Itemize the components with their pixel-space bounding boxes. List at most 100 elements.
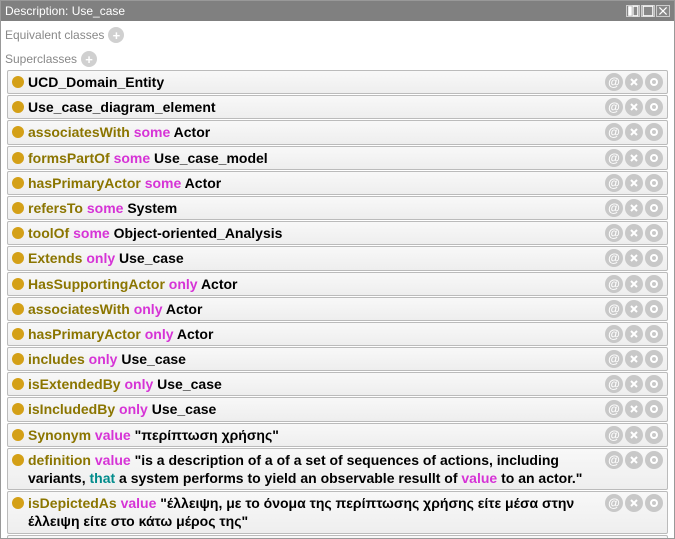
expression-text: associatesWith some Actor [28,123,210,141]
delete-button[interactable] [625,400,643,418]
explain-button[interactable] [645,325,663,343]
explain-button[interactable] [645,174,663,192]
panel-content: Equivalent classes + Superclasses + UCD_… [1,21,674,538]
annotations-button[interactable]: @ [605,375,623,393]
delete-button[interactable] [625,275,643,293]
superclass-row[interactable]: Synonym value "περίπτωση χρήσης" @ [7,423,668,447]
superclass-row[interactable]: includes only Use_case @ [7,347,668,371]
class-bullet-icon [12,227,24,239]
class-bullet-icon [12,278,24,290]
class-bullet-icon [12,429,24,441]
delete-button[interactable] [625,174,643,192]
delete-button[interactable] [625,224,643,242]
superclass-row[interactable]: toolOf some Object-oriented_Analysis@ [7,221,668,245]
add-equivalent-class-button[interactable]: + [108,27,124,43]
annotations-button[interactable]: @ [605,451,623,469]
annotations-button[interactable]: @ [605,199,623,217]
explain-button[interactable] [645,275,663,293]
explain-button[interactable] [645,350,663,368]
explain-button[interactable] [645,73,663,91]
annotations-button[interactable]: @ [605,300,623,318]
annotations-button[interactable]: @ [605,350,623,368]
superclass-row[interactable]: isIncludedBy only Use_case@ [7,397,668,421]
explain-button[interactable] [645,249,663,267]
explain-button[interactable] [645,494,663,512]
class-bullet-icon [12,378,24,390]
equivalent-classes-header: Equivalent classes + [1,21,674,45]
superclass-row[interactable]: Extends only Use_case@ [7,246,668,270]
class-bullet-icon [12,252,24,264]
explain-button[interactable] [645,199,663,217]
annotations-button[interactable]: @ [605,325,623,343]
explain-button[interactable] [645,149,663,167]
delete-button[interactable] [625,426,643,444]
delete-button[interactable] [625,199,643,217]
expression-text: isExtendedBy only Use_case [28,375,222,393]
expression-text: associatesWith only Actor [28,300,202,318]
explain-button[interactable] [645,123,663,141]
expression-text: refersTo some System [28,199,177,217]
superclass-row[interactable]: associatesWith only Actor @ [7,297,668,321]
close-button[interactable] [656,5,670,17]
class-bullet-icon [12,403,24,415]
maximize-button[interactable] [641,5,655,17]
explain-button[interactable] [645,98,663,116]
delete-button[interactable] [625,375,643,393]
delete-button[interactable] [625,149,643,167]
delete-button[interactable] [625,325,643,343]
expression-text: UCD_Domain_Entity [28,73,164,91]
explain-button[interactable] [645,300,663,318]
superclass-row[interactable]: isExtendedBy only Use_case @ [7,372,668,396]
superclass-row[interactable]: hasName exactly 1 Literal@ [7,535,668,538]
superclass-row[interactable]: refersTo some System @ [7,196,668,220]
delete-button[interactable] [625,494,643,512]
delete-button[interactable] [625,249,643,267]
superclass-row[interactable]: UCD_Domain_Entity @ [7,70,668,94]
explain-button[interactable] [645,451,663,469]
class-bullet-icon [12,202,24,214]
annotations-button[interactable]: @ [605,426,623,444]
annotations-button[interactable]: @ [605,73,623,91]
superclass-row[interactable]: HasSupportingActor only Actor@ [7,272,668,296]
class-bullet-icon [12,126,24,138]
class-bullet-icon [12,152,24,164]
expression-text: Synonym value "περίπτωση χρήσης" [28,426,279,444]
view-toggle-button[interactable] [626,5,640,17]
add-superclass-button[interactable]: + [81,51,97,67]
superclass-row[interactable]: definition value "is a description of a … [7,448,668,490]
class-bullet-icon [12,328,24,340]
class-bullet-icon [12,177,24,189]
annotations-button[interactable]: @ [605,249,623,267]
explain-button[interactable] [645,375,663,393]
superclass-row[interactable]: formsPartOf some Use_case_model @ [7,146,668,170]
delete-button[interactable] [625,73,643,91]
delete-button[interactable] [625,451,643,469]
class-bullet-icon [12,76,24,88]
annotations-button[interactable]: @ [605,123,623,141]
annotations-button[interactable]: @ [605,98,623,116]
delete-button[interactable] [625,300,643,318]
description-panel: Description: Use_case Equivalent classes… [0,0,675,539]
expression-text: includes only Use_case [28,350,186,368]
superclass-row[interactable]: isDepictedAs value "έλλειψη, με το όνομα… [7,491,668,533]
annotations-button[interactable]: @ [605,275,623,293]
superclass-row[interactable]: Use_case_diagram_element@ [7,95,668,119]
annotations-button[interactable]: @ [605,400,623,418]
annotations-button[interactable]: @ [605,149,623,167]
expression-text: isDepictedAs value "έλλειψη, με το όνομα… [28,494,599,530]
delete-button[interactable] [625,123,643,141]
annotations-button[interactable]: @ [605,174,623,192]
annotations-button[interactable]: @ [605,494,623,512]
delete-button[interactable] [625,350,643,368]
explain-button[interactable] [645,426,663,444]
expression-text: formsPartOf some Use_case_model [28,149,268,167]
superclasses-header: Superclasses + [1,45,674,69]
explain-button[interactable] [645,224,663,242]
annotations-button[interactable]: @ [605,224,623,242]
superclass-row[interactable]: hasPrimaryActor some Actor@ [7,171,668,195]
superclass-row[interactable]: associatesWith some Actor @ [7,120,668,144]
delete-button[interactable] [625,98,643,116]
explain-button[interactable] [645,400,663,418]
superclass-row[interactable]: hasPrimaryActor only Actor@ [7,322,668,346]
titlebar: Description: Use_case [1,1,674,21]
